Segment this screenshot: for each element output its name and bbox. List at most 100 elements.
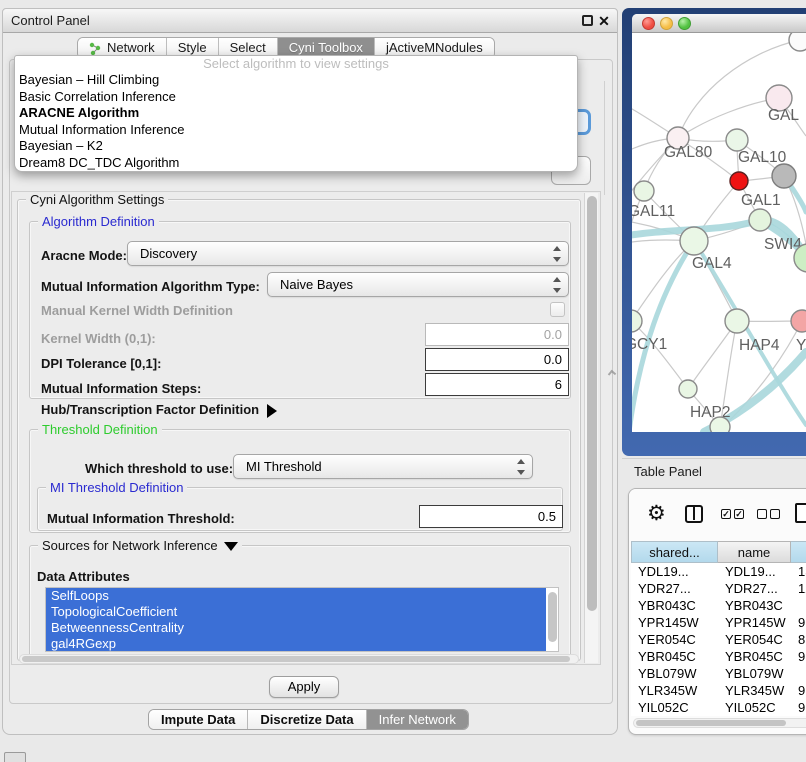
network-icon bbox=[89, 42, 102, 55]
float-window-icon[interactable] bbox=[582, 15, 593, 26]
algorithm-option[interactable]: Dream8 DC_TDC Algorithm bbox=[15, 155, 577, 172]
gear-icon[interactable] bbox=[647, 501, 666, 526]
table-row[interactable]: YPR145WYPR145W9. bbox=[631, 614, 806, 631]
aracne-mode-label: Aracne Mode: bbox=[41, 243, 127, 268]
table-cell: YBR043C bbox=[718, 597, 791, 614]
table-toolbar bbox=[629, 489, 806, 539]
table-row[interactable]: YIL052CYIL052C9 bbox=[631, 699, 806, 716]
table-row[interactable]: YER054CYER054C8. bbox=[631, 631, 806, 648]
network-canvas[interactable]: GALGAL80GAL10GAL1SWI4GAL11GAL4GCY1HAP4YH… bbox=[632, 33, 806, 432]
which-threshold-combo[interactable]: MI Threshold bbox=[233, 454, 533, 479]
table-cell bbox=[791, 665, 806, 682]
attribute-list-item[interactable]: gal4RGexp bbox=[46, 636, 546, 652]
algorithm-option[interactable]: ARACNE Algorithm bbox=[15, 105, 577, 122]
deselect-all-checkboxes-icon[interactable] bbox=[757, 509, 780, 519]
close-icon[interactable] bbox=[597, 12, 611, 30]
attribute-list-item[interactable]: TopologicalCoefficient bbox=[46, 604, 546, 620]
which-threshold-label: Which threshold to use: bbox=[85, 456, 233, 481]
minimized-panel-icon[interactable] bbox=[4, 752, 26, 762]
table-cell: 13 bbox=[791, 563, 806, 580]
settings-vertical-scrollbar[interactable] bbox=[584, 193, 598, 663]
table-row[interactable]: YDR27...YDR27...12 bbox=[631, 580, 806, 597]
algorithm-option[interactable]: Mutual Information Inference bbox=[15, 122, 577, 139]
network-node[interactable] bbox=[789, 33, 806, 51]
network-node-gal11[interactable] bbox=[634, 181, 654, 201]
algorithm-definition-title: Algorithm Definition bbox=[38, 214, 159, 229]
close-traffic-light-icon[interactable] bbox=[642, 17, 655, 30]
data-attributes-label: Data Attributes bbox=[37, 569, 130, 585]
node-label: GAL4 bbox=[692, 255, 732, 272]
dpi-tolerance-field[interactable]: 0.0 bbox=[425, 348, 569, 371]
mi-algorithm-type-label: Mutual Information Algorithm Type: bbox=[41, 274, 260, 299]
network-node-gcy1[interactable] bbox=[632, 310, 642, 332]
checked-box-icon bbox=[721, 509, 731, 519]
manual-kernel-width-label: Manual Kernel Width Definition bbox=[41, 303, 233, 319]
kernel-width-field[interactable]: 0.0 bbox=[425, 323, 569, 346]
table-row[interactable]: YLR345WYLR345W9. bbox=[631, 682, 806, 699]
bottom-tab-bar: Impute DataDiscretize DataInfer Network bbox=[148, 709, 469, 730]
table-panel-title: Table Panel bbox=[634, 464, 702, 479]
scrollbar-thumb[interactable] bbox=[548, 592, 557, 642]
expand-arrow-icon bbox=[267, 404, 277, 418]
manual-kernel-width-checkbox[interactable] bbox=[550, 302, 565, 317]
select-all-checkboxes-icon[interactable] bbox=[721, 509, 744, 519]
mi-steps-field[interactable]: 6 bbox=[425, 373, 569, 396]
network-node-y[interactable] bbox=[791, 310, 806, 332]
node-label: GAL bbox=[768, 107, 799, 124]
attribute-list-item[interactable]: SelfLoops bbox=[46, 588, 546, 604]
node-label: HAP4 bbox=[739, 337, 780, 354]
network-node-gal4[interactable] bbox=[680, 227, 708, 255]
document-icon[interactable] bbox=[795, 503, 806, 523]
mi-threshold-field[interactable]: 0.5 bbox=[419, 505, 563, 528]
table-row[interactable]: YBR045CYBR045C9. bbox=[631, 648, 806, 665]
hub-definition-toggle[interactable]: Hub/Transcription Factor Definition bbox=[41, 401, 277, 419]
mi-algorithm-type-combo[interactable]: Naive Bayes bbox=[267, 272, 569, 297]
table-horizontal-scrollbar[interactable] bbox=[633, 718, 806, 728]
columns-icon[interactable] bbox=[685, 505, 703, 523]
network-node-gal10[interactable] bbox=[726, 129, 748, 151]
table-row[interactable]: YBR043CYBR043C bbox=[631, 597, 806, 614]
scrollbar-thumb[interactable] bbox=[636, 720, 786, 726]
network-node-hap4[interactable] bbox=[725, 309, 749, 333]
minimize-traffic-light-icon[interactable] bbox=[660, 17, 673, 30]
table-row[interactable]: YDL19...YDL19...13 bbox=[631, 563, 806, 580]
network-graph[interactable]: GALGAL80GAL10GAL1SWI4GAL11GAL4GCY1HAP4YH… bbox=[632, 33, 806, 432]
list-vertical-scrollbar[interactable] bbox=[547, 590, 557, 648]
table-cell bbox=[791, 597, 806, 614]
network-node[interactable] bbox=[772, 164, 796, 188]
network-node-hap2[interactable] bbox=[679, 380, 697, 398]
data-attributes-list[interactable]: SelfLoopsTopologicalCoefficientBetweenne… bbox=[45, 587, 559, 652]
network-node-gal1[interactable] bbox=[730, 172, 748, 190]
zoom-traffic-light-icon[interactable] bbox=[678, 17, 691, 30]
scrollbar-thumb[interactable] bbox=[587, 196, 597, 611]
control-panel-title: Control Panel bbox=[11, 13, 90, 28]
algorithm-option[interactable]: Bayesian – K2 bbox=[15, 138, 577, 155]
network-node-swi4[interactable] bbox=[749, 209, 771, 231]
column-header[interactable]: shared... bbox=[631, 541, 718, 563]
table-cell: YBL079W bbox=[631, 665, 718, 682]
network-window-titlebar[interactable] bbox=[632, 14, 806, 33]
algorithm-option[interactable]: Bayesian – Hill Climbing bbox=[15, 72, 577, 89]
tab-discretize-data[interactable]: Discretize Data bbox=[248, 710, 366, 729]
table-row[interactable]: YBL079WYBL079W bbox=[631, 665, 806, 682]
scrollbar-thumb[interactable] bbox=[22, 656, 570, 662]
column-header[interactable]: name bbox=[718, 541, 791, 563]
node-label: GAL11 bbox=[632, 203, 675, 220]
attribute-list-item[interactable]: BetweennessCentrality bbox=[46, 620, 546, 636]
table-cell: 9. bbox=[791, 614, 806, 631]
table-cell: YBL079W bbox=[718, 665, 791, 682]
settings-horizontal-scrollbar[interactable] bbox=[19, 654, 579, 664]
mi-algorithm-type-value: Naive Bayes bbox=[280, 277, 353, 292]
dpi-tolerance-label: DPI Tolerance [0,1]: bbox=[41, 352, 161, 375]
apply-button[interactable]: Apply bbox=[269, 676, 339, 698]
algorithm-dropdown-popup: Select algorithm to view settings Bayesi… bbox=[14, 55, 578, 172]
unchecked-box-icon bbox=[770, 509, 780, 519]
tab-impute-data[interactable]: Impute Data bbox=[149, 710, 248, 729]
network-node[interactable] bbox=[710, 417, 730, 432]
tab-infer-network[interactable]: Infer Network bbox=[367, 710, 468, 729]
table-cell: YBR043C bbox=[631, 597, 718, 614]
aracne-mode-combo[interactable]: Discovery bbox=[127, 241, 569, 266]
algorithm-option[interactable]: Basic Correlation Inference bbox=[15, 89, 577, 106]
collapse-arrow-icon[interactable] bbox=[224, 542, 238, 551]
column-header[interactable] bbox=[791, 541, 806, 563]
